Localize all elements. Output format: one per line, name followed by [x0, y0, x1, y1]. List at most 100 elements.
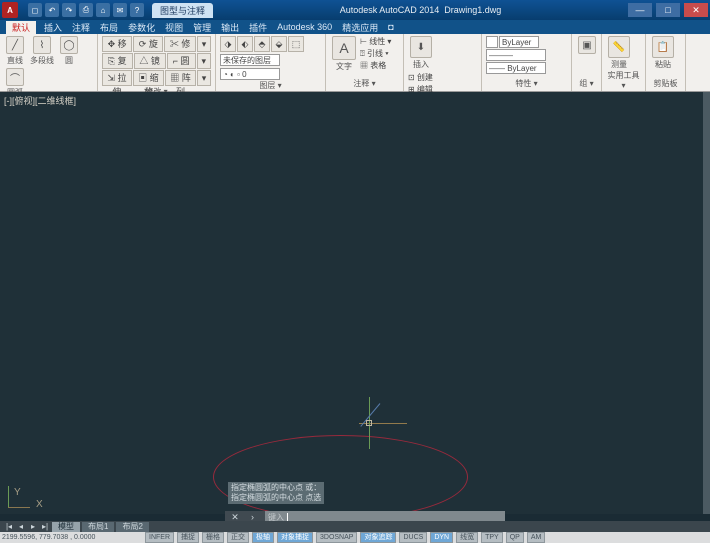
- toggle-lwt[interactable]: 线宽: [456, 532, 478, 543]
- tab-extra-icon[interactable]: ◘: [386, 22, 395, 32]
- panel-properties-label[interactable]: 特性 ▾: [486, 78, 567, 89]
- minimize-button[interactable]: —: [628, 3, 652, 17]
- close-button[interactable]: ✕: [684, 3, 708, 17]
- layer-btn3-icon[interactable]: ⬘: [254, 36, 270, 52]
- toggle-3dosnap[interactable]: 3DOSNAP: [316, 532, 357, 543]
- cursor-crosshair: [330, 397, 408, 449]
- panel-groups-label[interactable]: 组 ▾: [576, 78, 597, 89]
- toggle-am[interactable]: AM: [527, 532, 546, 543]
- layer-state-dropdown[interactable]: 未保存的图层状态: [220, 54, 280, 66]
- tool-line[interactable]: ╱直线: [4, 36, 26, 66]
- tool-group[interactable]: ▣: [576, 36, 598, 54]
- tool-scale[interactable]: ▣ 缩放: [133, 70, 164, 86]
- tool-fillet[interactable]: ⌐ 圆角: [167, 53, 196, 69]
- panel-clipboard: 📋粘贴 剪贴板: [646, 34, 686, 91]
- drawing-viewport[interactable]: [-][俯视][二维线框] 指定椭圆弧的中心点 或： 指定椭圆弧的中心点 点选 …: [0, 92, 703, 514]
- tool-stretch[interactable]: ⇲ 拉伸: [102, 70, 132, 86]
- toggle-grid[interactable]: 栅格: [202, 532, 224, 543]
- panel-clipboard-label[interactable]: 剪贴板: [650, 78, 681, 89]
- linetype-dropdown[interactable]: ——— ByLayer: [486, 49, 546, 61]
- tool-move[interactable]: ✥ 移动: [102, 36, 132, 52]
- tab-default[interactable]: 默认: [6, 21, 36, 34]
- layer-btn2-icon[interactable]: ⬖: [237, 36, 253, 52]
- tool-measure[interactable]: 📏测量: [606, 36, 632, 70]
- tool-table[interactable]: ▦ 表格: [360, 60, 391, 71]
- vertical-scrollbar[interactable]: [703, 92, 710, 514]
- qat-print-icon[interactable]: ⎙: [79, 3, 93, 17]
- qat-redo-icon[interactable]: ↷: [62, 3, 76, 17]
- tab-plugins[interactable]: 插件: [247, 21, 269, 34]
- tab-parametric[interactable]: 参数化: [126, 21, 157, 34]
- tab-nav-first-icon[interactable]: |◂: [4, 522, 14, 531]
- layer-btn5-icon[interactable]: ⬚: [288, 36, 304, 52]
- panel-draw: ╱直线 ⌇多段线 ◯圆 ⌒圆弧 绘图 ▾: [0, 34, 98, 91]
- layer-current-dropdown[interactable]: ◔ ◐ ▫ 0: [220, 68, 280, 80]
- tab-featured[interactable]: 精选应用: [340, 21, 380, 34]
- tool-linear[interactable]: ⊢ 线性 ▾: [360, 36, 391, 47]
- tool-rotate[interactable]: ⟳ 旋转: [133, 36, 163, 52]
- tab-nav-prev-icon[interactable]: ◂: [16, 522, 26, 531]
- tool-insert[interactable]: ⬇插入: [408, 36, 434, 70]
- tool-polyline[interactable]: ⌇多段线: [28, 36, 56, 66]
- tab-view[interactable]: 视图: [163, 21, 185, 34]
- modify-row-1: ✥ 移动 ⟳ 旋转 ✂ 修剪 ▾: [102, 36, 211, 52]
- toggle-otrack[interactable]: 对象追踪: [360, 532, 396, 543]
- qat-save-icon[interactable]: ✉: [113, 3, 127, 17]
- qat-undo-icon[interactable]: ↶: [45, 3, 59, 17]
- ribbon: ╱直线 ⌇多段线 ◯圆 ⌒圆弧 绘图 ▾ ✥ 移动 ⟳ 旋转 ✂ 修剪 ▾ ⎘ …: [0, 34, 710, 92]
- tab-nav-last-icon[interactable]: ▸|: [40, 522, 50, 531]
- tab-nav-next-icon[interactable]: ▸: [28, 522, 38, 531]
- toggle-dyn[interactable]: DYN: [430, 532, 453, 543]
- tool-fillet-drop[interactable]: ▾: [197, 53, 211, 69]
- tab-manage[interactable]: 管理: [191, 21, 213, 34]
- qat-new-icon[interactable]: ◻: [28, 3, 42, 17]
- toggle-qp[interactable]: QP: [506, 532, 524, 543]
- insert-icon: ⬇: [410, 36, 432, 58]
- color-dropdown[interactable]: ByLayer: [499, 36, 539, 48]
- toggle-ducs[interactable]: DUCS: [399, 532, 427, 543]
- ucs-x-label: X: [36, 499, 43, 510]
- maximize-button[interactable]: □: [656, 3, 680, 17]
- tool-trim[interactable]: ✂ 修剪: [164, 36, 195, 52]
- tab-model[interactable]: 模型: [52, 522, 80, 532]
- tool-text[interactable]: A文字: [330, 36, 358, 72]
- color-swatch[interactable]: [486, 36, 498, 48]
- panel-layers: ⬗⬖⬘⬙⬚ 未保存的图层状态 ◔ ◐ ▫ 0 图层 ▾: [216, 34, 326, 91]
- lineweight-dropdown[interactable]: —— ByLayer: [486, 62, 546, 74]
- tool-circle[interactable]: ◯圆: [58, 36, 80, 66]
- tab-layout[interactable]: 布局: [98, 21, 120, 34]
- tool-create-block[interactable]: ⊡ 创建: [408, 72, 456, 83]
- toggle-infer[interactable]: INFER: [145, 532, 174, 543]
- tab-a360[interactable]: Autodesk 360: [275, 22, 334, 32]
- tool-array-drop[interactable]: ▾: [197, 70, 211, 86]
- app-icon[interactable]: A: [2, 2, 18, 18]
- tab-annotate[interactable]: 注释: [70, 21, 92, 34]
- toggle-polar[interactable]: 极轴: [252, 532, 274, 543]
- tool-copy[interactable]: ⎘ 复制: [102, 53, 133, 69]
- layer-btn1-icon[interactable]: ⬗: [220, 36, 236, 52]
- viewport-label[interactable]: [-][俯视][二维线框]: [4, 94, 76, 107]
- workspace-tab[interactable]: 图型与注释: [152, 3, 213, 18]
- tool-mirror[interactable]: △ 镜像: [134, 53, 166, 69]
- qat-help-icon[interactable]: ?: [130, 3, 144, 17]
- toggle-osnap[interactable]: 对象捕捉: [277, 532, 313, 543]
- toggle-tpy[interactable]: TPY: [481, 532, 503, 543]
- tab-layout2[interactable]: 布局2: [116, 522, 148, 532]
- toggle-ortho[interactable]: 正交: [227, 532, 249, 543]
- toggle-snap[interactable]: 捕捉: [177, 532, 199, 543]
- polyline-icon: ⌇: [33, 36, 51, 54]
- tab-output[interactable]: 输出: [219, 21, 241, 34]
- tool-array[interactable]: ▦ 阵列: [165, 70, 196, 86]
- layer-btn4-icon[interactable]: ⬙: [271, 36, 287, 52]
- arc-icon: ⌒: [6, 68, 24, 86]
- panel-layers-label[interactable]: 图层 ▾: [220, 80, 321, 91]
- tool-leader[interactable]: ⍰ 引线 ▾: [360, 48, 391, 59]
- qat-open-icon[interactable]: ⌂: [96, 3, 110, 17]
- tab-layout1[interactable]: 布局1: [82, 522, 114, 532]
- panel-annotation-label[interactable]: 注释 ▾: [330, 78, 399, 89]
- panel-utilities-label[interactable]: 实用工具 ▾: [606, 70, 641, 90]
- tab-insert[interactable]: 插入: [42, 21, 64, 34]
- tool-paste[interactable]: 📋粘贴: [650, 36, 676, 70]
- modify-row-3: ⇲ 拉伸 ▣ 缩放 ▦ 阵列 ▾: [102, 70, 211, 86]
- tool-trim-drop[interactable]: ▾: [197, 36, 211, 52]
